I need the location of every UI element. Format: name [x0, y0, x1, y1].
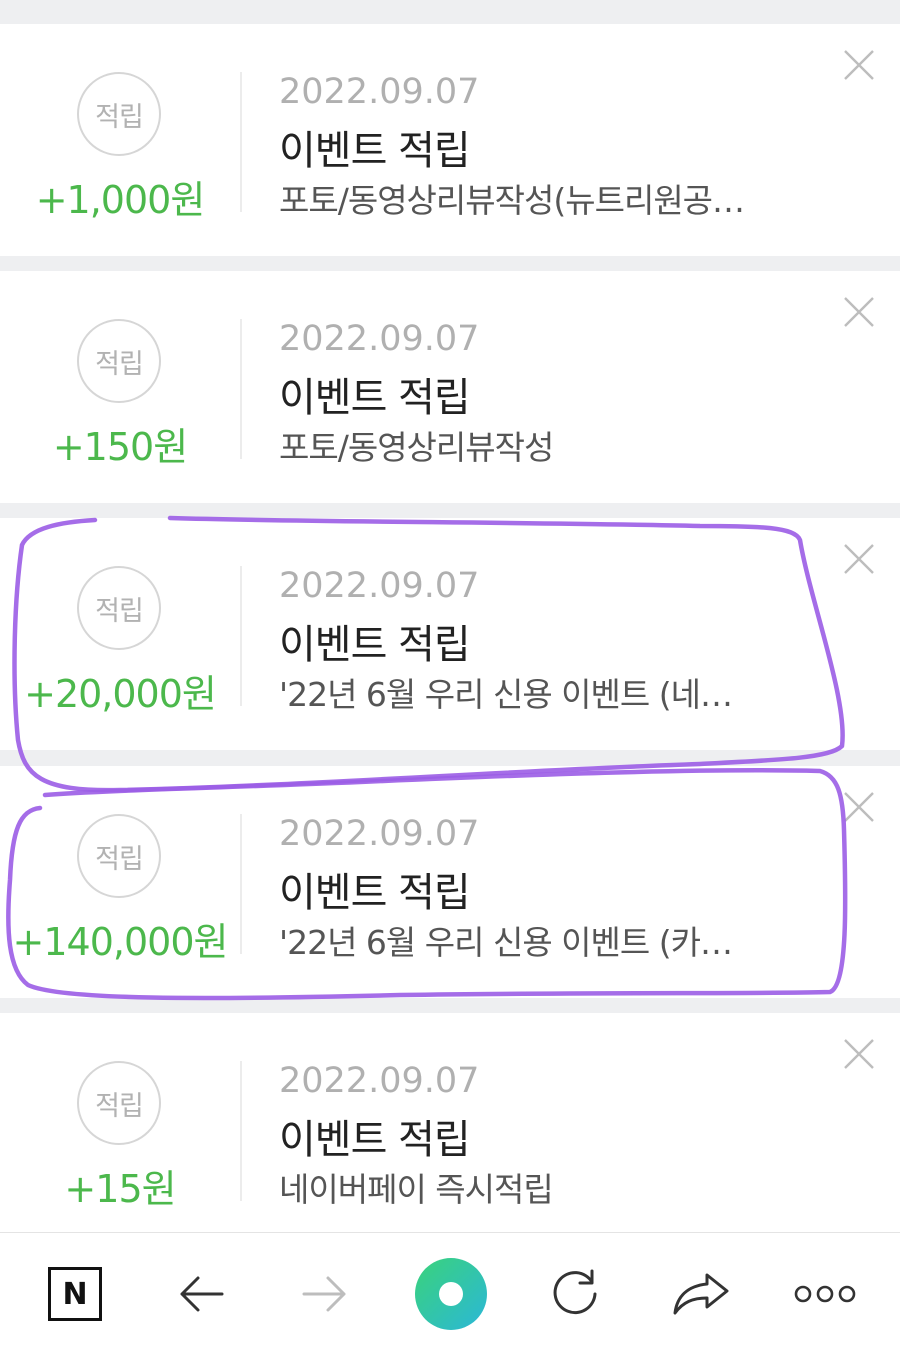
amount-text: +15원 — [64, 1167, 176, 1211]
earn-badge: 적립 — [77, 814, 161, 898]
date-text: 2022.09.07 — [279, 319, 480, 359]
item-description: 포토/동영상리뷰작성(뉴트리원공… — [279, 181, 745, 220]
divider — [240, 1061, 242, 1201]
date-text: 2022.09.07 — [279, 814, 480, 854]
list-item[interactable]: 적립 +15원 2022.09.07 이벤트 적립 네이버페이 즉시적립 — [0, 1013, 900, 1232]
divider — [240, 72, 242, 212]
list-item[interactable]: 적립 +140,000원 2022.09.07 이벤트 적립 '22년 6월 우… — [0, 766, 900, 998]
list-item[interactable]: 적립 +150원 2022.09.07 이벤트 적립 포토/동영상리뷰작성 — [0, 271, 900, 503]
item-title: 이벤트 적립 — [279, 870, 471, 916]
divider — [240, 319, 242, 459]
date-text: 2022.09.07 — [279, 1061, 480, 1101]
naver-home-icon[interactable]: N — [40, 1259, 110, 1329]
item-title: 이벤트 적립 — [279, 1117, 471, 1163]
naver-home-label: N — [48, 1267, 102, 1321]
amount-text: +20,000원 — [24, 672, 217, 716]
item-title: 이벤트 적립 — [279, 622, 471, 668]
green-dot-icon[interactable] — [414, 1257, 488, 1331]
date-text: 2022.09.07 — [279, 566, 480, 606]
item-description: '22년 6월 우리 신용 이벤트 (카… — [279, 923, 733, 962]
amount-text: +140,000원 — [12, 920, 229, 964]
close-icon[interactable] — [842, 790, 876, 824]
divider — [240, 566, 242, 706]
earn-badge: 적립 — [77, 1061, 161, 1145]
earn-badge: 적립 — [77, 319, 161, 403]
back-arrow-icon[interactable] — [166, 1259, 236, 1329]
date-text: 2022.09.07 — [279, 72, 480, 112]
earn-badge: 적립 — [77, 72, 161, 156]
close-icon[interactable] — [842, 1037, 876, 1071]
list-item[interactable]: 적립 +20,000원 2022.09.07 이벤트 적립 '22년 6월 우리… — [0, 518, 900, 750]
item-description: 네이버페이 즉시적립 — [279, 1170, 554, 1209]
divider — [240, 814, 242, 954]
earn-badge: 적립 — [77, 566, 161, 650]
share-icon[interactable] — [666, 1259, 736, 1329]
more-icon[interactable] — [790, 1259, 860, 1329]
close-icon[interactable] — [842, 48, 876, 82]
app-root: 적립 +1,000원 2022.09.07 이벤트 적립 포토/동영상리뷰작성(… — [0, 0, 900, 1358]
item-title: 이벤트 적립 — [279, 375, 471, 421]
amount-text: +150원 — [52, 425, 188, 469]
item-title: 이벤트 적립 — [279, 128, 471, 174]
item-description: 포토/동영상리뷰작성 — [279, 428, 554, 467]
forward-arrow-icon[interactable] — [290, 1259, 360, 1329]
refresh-icon[interactable] — [540, 1259, 610, 1329]
close-icon[interactable] — [842, 542, 876, 576]
amount-text: +1,000원 — [35, 178, 206, 222]
browser-toolbar: N — [0, 1232, 900, 1358]
item-description: '22년 6월 우리 신용 이벤트 (네… — [279, 675, 733, 714]
close-icon[interactable] — [842, 295, 876, 329]
list-item[interactable]: 적립 +1,000원 2022.09.07 이벤트 적립 포토/동영상리뷰작성(… — [0, 24, 900, 256]
